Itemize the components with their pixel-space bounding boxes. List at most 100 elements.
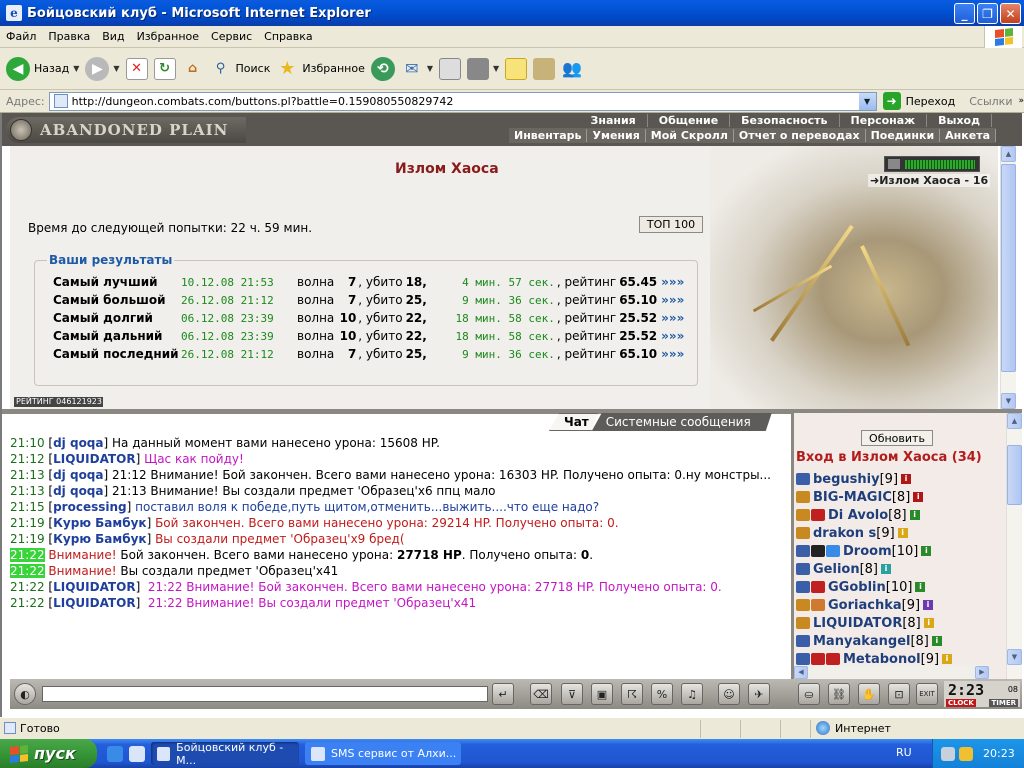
menu-help[interactable]: Справка xyxy=(258,30,318,43)
desktop-quicklaunch-icon[interactable] xyxy=(129,745,145,762)
messenger-button[interactable]: 👥 xyxy=(561,52,583,86)
stop-button[interactable]: ✕ xyxy=(125,52,148,86)
favorites-button[interactable]: ★ Избранное xyxy=(276,52,365,86)
sound-icon[interactable]: ♫ xyxy=(681,683,703,705)
nav-knowledge[interactable]: Знания xyxy=(580,114,648,127)
edit-button[interactable]: ▼ xyxy=(467,52,499,86)
bag-icon[interactable]: ⛀ xyxy=(798,683,820,705)
nav-security[interactable]: Безопасность xyxy=(730,114,840,127)
chat-nick[interactable]: LIQUIDATOR xyxy=(53,452,135,466)
tab-chat[interactable]: Чат xyxy=(549,413,598,431)
links-button[interactable]: Ссылки xyxy=(969,95,1012,108)
chat-nick[interactable]: LIQUIDATOR xyxy=(53,596,135,610)
info-icon[interactable]: i xyxy=(881,564,892,574)
nav-transfer-report[interactable]: Отчет о переводах xyxy=(734,129,866,142)
info-icon[interactable]: i xyxy=(921,546,932,556)
nav-profile[interactable]: Анкета xyxy=(940,129,996,142)
chat-nick[interactable]: dj qoqa xyxy=(53,468,103,482)
menu-view[interactable]: Вид xyxy=(96,30,130,43)
tab-system-messages[interactable]: Системные сообщения xyxy=(592,413,772,431)
info-icon[interactable]: i xyxy=(931,636,942,646)
player-name[interactable]: begushiy xyxy=(813,472,880,487)
chevron-right-icon[interactable]: » xyxy=(1018,96,1024,106)
scroll-down-icon[interactable]: ▼ xyxy=(1001,393,1016,409)
nav-communication[interactable]: Общение xyxy=(648,114,731,127)
hand-icon[interactable]: ✋ xyxy=(858,683,880,705)
chat-nick[interactable]: processing xyxy=(53,500,127,514)
nav-skills[interactable]: Умения xyxy=(587,129,646,142)
clock-button[interactable]: CLOCK xyxy=(946,699,976,707)
room-hscrollbar[interactable]: ◀ ▶ xyxy=(794,665,989,679)
info-icon[interactable]: i xyxy=(897,528,908,538)
exit-icon[interactable]: EXIT xyxy=(916,683,938,705)
eraser-icon[interactable]: ⌫ xyxy=(530,683,552,705)
close-button[interactable]: ✕ xyxy=(1000,3,1021,24)
network-icon[interactable] xyxy=(941,746,955,761)
save-icon[interactable]: ▣ xyxy=(591,683,613,705)
result-details-link[interactable]: »»» xyxy=(661,347,684,361)
nav-inventory[interactable]: Инвентарь xyxy=(509,129,588,142)
address-dropdown[interactable]: ▼ xyxy=(858,92,876,110)
print-button[interactable] xyxy=(439,52,461,86)
top-scrollbar[interactable]: ▲ ▼ xyxy=(1000,146,1016,409)
result-details-link[interactable]: »»» xyxy=(661,329,684,343)
chat-nick[interactable]: LIQUIDATOR xyxy=(53,580,135,594)
menu-tools[interactable]: Сервис xyxy=(205,30,258,43)
player-name[interactable]: LIQUIDATOR xyxy=(813,616,902,631)
speaker-icon[interactable]: ◐ xyxy=(14,683,36,705)
info-icon[interactable]: i xyxy=(901,474,912,484)
scroll-right-icon[interactable]: ▶ xyxy=(975,665,989,679)
minimize-button[interactable]: _ xyxy=(954,3,975,24)
player-name[interactable]: Gelion xyxy=(813,562,860,577)
smiley-icon[interactable]: ☺ xyxy=(718,683,740,705)
history-button[interactable]: ⟲ xyxy=(370,52,395,86)
scroll-tool-icon[interactable]: ⛓ xyxy=(828,683,850,705)
nav-exit[interactable]: Выход xyxy=(927,114,992,127)
chat-input[interactable] xyxy=(42,686,488,702)
result-details-link[interactable]: »»» xyxy=(661,275,684,289)
ie-quicklaunch-icon[interactable] xyxy=(107,745,123,762)
search-button[interactable]: ⚲ Поиск xyxy=(210,52,271,86)
scroll-left-icon[interactable]: ◀ xyxy=(794,665,808,679)
info-icon[interactable]: i xyxy=(923,618,934,628)
scroll-up-icon[interactable]: ▲ xyxy=(1007,413,1022,429)
player-name[interactable]: GGoblin xyxy=(828,580,886,595)
player-name[interactable]: Manyakangel xyxy=(813,634,910,649)
info-icon[interactable]: i xyxy=(909,510,920,520)
nav-duels[interactable]: Поединки xyxy=(866,129,941,142)
player-name[interactable]: Droom xyxy=(843,544,892,559)
player-name[interactable]: Goriachka xyxy=(828,598,902,613)
menu-edit[interactable]: Правка xyxy=(42,30,96,43)
top100-button[interactable]: ТОП 100 xyxy=(639,216,703,233)
scroll-down-icon[interactable]: ▼ xyxy=(1007,649,1022,665)
info-icon[interactable]: i xyxy=(942,654,953,664)
maximize-button[interactable]: ❐ xyxy=(977,3,998,24)
address-input[interactable]: http://dungeon.combats.com/buttons.pl?ba… xyxy=(48,91,877,111)
back-button[interactable]: ◀ Назад ▼ xyxy=(6,52,79,86)
menu-favorites[interactable]: Избранное xyxy=(131,30,205,43)
result-details-link[interactable]: »»» xyxy=(661,311,684,325)
nav-character[interactable]: Персонаж xyxy=(840,114,928,127)
info-icon[interactable]: i xyxy=(915,582,926,592)
nav-my-scroll[interactable]: Мой Скролл xyxy=(646,129,734,142)
result-details-link[interactable]: »»» xyxy=(661,293,684,307)
private-icon[interactable]: % xyxy=(651,683,673,705)
forward-button[interactable]: ▶ ▼ xyxy=(85,52,120,86)
refresh-list-button[interactable]: Обновить xyxy=(861,430,933,446)
filter-icon[interactable]: ⊽ xyxy=(561,683,583,705)
language-indicator[interactable]: RU xyxy=(896,746,912,759)
chat-nick[interactable]: Курю Бамбук xyxy=(53,516,146,530)
home-button[interactable]: ⌂ xyxy=(182,52,204,86)
task-sms-window[interactable]: SMS сервис от Алхи... xyxy=(305,742,461,765)
menu-file[interactable]: Файл xyxy=(0,30,42,43)
task-ie-window[interactable]: Бойцовский клуб - М... xyxy=(151,741,299,767)
security-icon[interactable] xyxy=(959,746,973,761)
go-button[interactable]: ➜ Переход xyxy=(882,92,955,110)
player-name[interactable]: drakon s xyxy=(813,526,876,541)
room-scrollbar[interactable]: ▲ ▼ xyxy=(1006,413,1022,679)
info-icon[interactable]: i xyxy=(913,492,924,502)
fighter-icon[interactable]: ☈ xyxy=(621,683,643,705)
info-icon[interactable]: i xyxy=(923,600,934,610)
send-icon[interactable]: ↵ xyxy=(492,683,514,705)
refresh-button[interactable]: ↻ xyxy=(153,52,176,86)
